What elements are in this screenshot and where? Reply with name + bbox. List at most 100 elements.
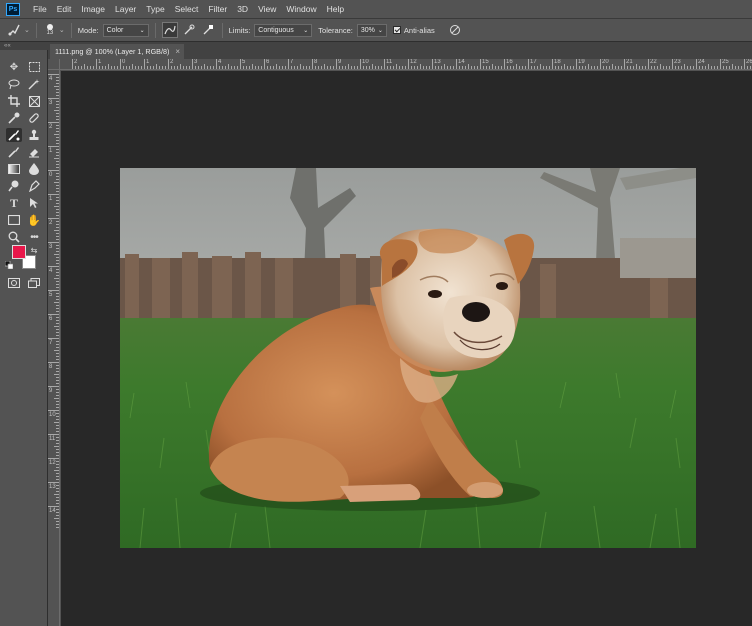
menu-edit[interactable]: Edit	[52, 4, 77, 14]
eraser-icon[interactable]	[26, 145, 42, 159]
menu-window[interactable]: Window	[281, 4, 321, 14]
crop-icon[interactable]	[6, 94, 22, 108]
ruler-major-tick	[48, 386, 59, 387]
pressure-size-icon[interactable]	[447, 22, 463, 38]
ruler-label: 20	[602, 59, 609, 65]
vertical-ruler[interactable]: 4 3 2 1 0 1 2 3 4 5 6 7 8 9 10 11 12 13 14	[48, 70, 60, 626]
quick-mask-icon[interactable]	[6, 276, 22, 290]
ruler-label: 2	[74, 59, 78, 65]
ruler-label: 12	[49, 460, 56, 466]
ruler-minor-tick	[56, 383, 59, 384]
ruler-minor-tick	[56, 272, 59, 273]
default-colors-icon[interactable]	[4, 260, 14, 270]
ruler-major-tick	[576, 59, 577, 69]
ruler-minor-tick	[56, 368, 59, 369]
type-icon[interactable]: T	[6, 196, 22, 210]
ruler-minor-tick	[177, 66, 178, 69]
anti-alias-checkbox[interactable]	[392, 26, 401, 34]
menu-type[interactable]: Type	[141, 4, 169, 14]
ruler-minor-tick	[174, 66, 175, 69]
lasso-icon[interactable]	[6, 77, 22, 91]
ruler-label: 8	[49, 364, 53, 370]
ruler-minor-tick	[56, 395, 59, 396]
menu-3d[interactable]: 3D	[232, 4, 253, 14]
pen-icon[interactable]	[26, 179, 42, 193]
path-selection-icon[interactable]	[26, 196, 42, 210]
menu-help[interactable]: Help	[322, 4, 349, 14]
ruler-minor-tick	[56, 104, 59, 105]
ruler-minor-tick	[56, 227, 59, 228]
menu-view[interactable]: View	[253, 4, 281, 14]
healing-brush-icon[interactable]	[26, 111, 42, 125]
divider	[221, 22, 223, 38]
ruler-major-tick	[48, 194, 59, 195]
mode-dropdown[interactable]: Color ⌄	[102, 23, 149, 37]
ruler-minor-tick	[426, 66, 427, 69]
screen-mode-icon[interactable]	[26, 276, 42, 290]
magic-wand-icon[interactable]	[26, 77, 42, 91]
ruler-minor-tick	[453, 66, 454, 69]
ruler-minor-tick	[534, 66, 535, 69]
toolbar-collapse-icon[interactable]: ««	[0, 42, 48, 50]
ruler-minor-tick	[126, 66, 127, 69]
document-tab[interactable]: 1111.png @ 100% (Layer 1, RGB/8) ×	[50, 44, 184, 59]
ruler-minor-tick	[459, 66, 460, 69]
rectangle-icon[interactable]	[6, 213, 22, 227]
ruler-major-tick	[120, 59, 121, 69]
ruler-minor-tick	[354, 66, 355, 69]
more-tools-icon[interactable]: •••	[26, 230, 42, 244]
chevron-down-icon[interactable]: ⌄	[59, 26, 65, 34]
tool-preset-picker-icon[interactable]	[6, 22, 22, 38]
zoom-icon[interactable]	[6, 230, 22, 244]
menu-file[interactable]: File	[28, 4, 52, 14]
ruler-minor-tick	[56, 119, 59, 120]
clone-stamp-icon[interactable]	[26, 128, 42, 142]
ruler-minor-tick	[56, 473, 59, 474]
eyedropper-icon[interactable]	[6, 111, 22, 125]
frame-icon[interactable]	[26, 94, 42, 108]
ruler-minor-tick	[56, 188, 59, 189]
ruler-minor-tick	[56, 212, 59, 213]
blur-icon[interactable]	[26, 162, 42, 176]
sampling-continuous-icon[interactable]	[161, 22, 178, 38]
photoshop-logo-icon: Ps	[6, 2, 20, 16]
ruler-origin[interactable]	[48, 59, 60, 70]
gradient-icon[interactable]	[6, 162, 22, 176]
brush-size-picker[interactable]: 13	[43, 23, 57, 37]
dodge-icon[interactable]	[6, 179, 22, 193]
marquee-icon[interactable]	[26, 60, 42, 74]
tolerance-input[interactable]: 30% ⌄	[356, 23, 387, 37]
canvas-workspace[interactable]	[61, 71, 752, 626]
ruler-minor-tick	[56, 215, 59, 216]
ruler-minor-tick	[513, 66, 514, 69]
color-replacement-icon[interactable]	[6, 128, 22, 142]
hand-icon[interactable]: ✋	[26, 213, 42, 227]
ruler-minor-tick	[267, 66, 268, 69]
document-canvas-image[interactable]	[120, 168, 696, 548]
ruler-minor-tick	[54, 86, 59, 87]
ruler-minor-tick	[56, 380, 59, 381]
menu-filter[interactable]: Filter	[203, 4, 232, 14]
ruler-minor-tick	[56, 287, 59, 288]
ruler-minor-tick	[345, 66, 346, 69]
sampling-background-swatch-icon[interactable]	[200, 22, 216, 38]
ruler-minor-tick	[56, 464, 59, 465]
ruler-minor-tick	[471, 66, 472, 69]
foreground-color-swatch[interactable]	[12, 245, 26, 259]
menu-layer[interactable]: Layer	[110, 4, 141, 14]
sampling-once-icon[interactable]	[181, 22, 197, 38]
ruler-major-tick	[720, 59, 721, 69]
horizontal-ruler[interactable]: 2 1 0 1 2 3 4 5 6 7 8 9 10 11 12 13 14 15 16 17 18 19 20 21 22 23…	[60, 59, 752, 70]
limits-dropdown[interactable]: Contiguous ⌄	[254, 23, 313, 37]
chevron-down-icon[interactable]: ⌄	[24, 26, 30, 34]
move-icon[interactable]: ✥	[6, 60, 22, 74]
ruler-minor-tick	[723, 66, 724, 69]
ruler-minor-tick	[54, 110, 59, 111]
ruler-minor-tick	[56, 263, 59, 264]
menu-select[interactable]: Select	[170, 4, 204, 14]
menu-image[interactable]: Image	[76, 4, 110, 14]
close-icon[interactable]: ×	[175, 47, 180, 56]
ruler-minor-tick	[198, 66, 199, 69]
ruler-label: 4	[218, 59, 222, 65]
history-brush-icon[interactable]	[6, 145, 22, 159]
